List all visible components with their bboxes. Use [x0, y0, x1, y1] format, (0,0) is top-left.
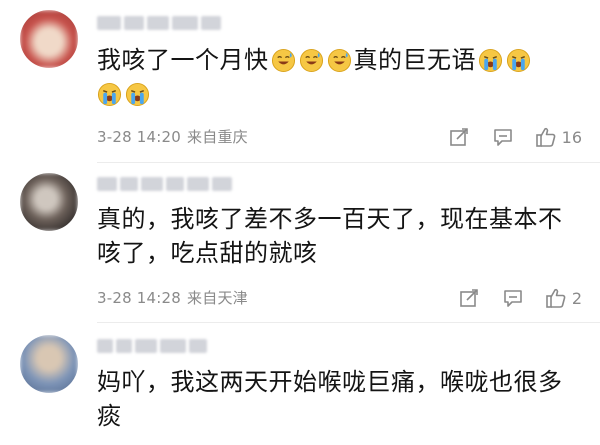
comment-icon	[504, 290, 522, 307]
username-blurred[interactable]	[97, 337, 207, 355]
like-button[interactable]: 2	[545, 287, 582, 309]
avatar[interactable]	[20, 173, 78, 231]
comment-meta: 3-28 14:28 来自天津	[97, 288, 248, 308]
comment-location: 来自天津	[187, 289, 248, 307]
avatar-image	[20, 335, 78, 393]
thumbs-up-icon	[546, 288, 566, 308]
comment-text: 我咳了一个月快 真的巨无语	[97, 43, 587, 111]
reply-button[interactable]	[493, 127, 513, 147]
avatar-image	[20, 10, 78, 68]
comment-actions: 2	[459, 285, 582, 311]
comment-text: 妈吖，我这两天开始喉咙巨痛，喉咙也很多痰	[97, 368, 563, 430]
avatar-image	[20, 173, 78, 231]
share-button[interactable]	[459, 288, 479, 308]
share-icon	[460, 289, 478, 307]
comment-date: 3-28 14:28	[97, 289, 182, 307]
share-button[interactable]	[449, 127, 469, 147]
sweat-smile-emoji-icon	[271, 48, 295, 73]
emoji-group	[271, 48, 352, 73]
sweat-smile-emoji-icon	[327, 48, 351, 73]
username-blurred[interactable]	[97, 175, 232, 193]
divider	[97, 162, 600, 163]
crying-emoji-icon	[506, 48, 531, 73]
thumbs-up-icon	[535, 127, 556, 147]
divider	[97, 322, 600, 323]
emoji-group	[478, 48, 531, 73]
like-count: 16	[561, 127, 582, 147]
crying-emoji-icon	[97, 82, 122, 107]
comment-item: 我咳了一个月快 真的巨无语 3-28 14:20 来自重庆 16	[0, 0, 600, 165]
avatar[interactable]	[20, 335, 78, 393]
crying-emoji-icon	[478, 48, 503, 73]
comment-list: 我咳了一个月快 真的巨无语 3-28 14:20 来自重庆 16 真的，我咳了差…	[0, 0, 600, 445]
comment-text: 真的，我咳了差不多一百天了，现在基本不咳了，吃点甜的就咳	[97, 205, 563, 267]
comment-icon	[493, 129, 512, 146]
comment-meta: 3-28 14:20 来自重庆	[97, 127, 248, 147]
sweat-smile-emoji-icon	[299, 48, 323, 73]
comment-actions: 16	[449, 124, 582, 150]
reply-button[interactable]	[503, 288, 523, 308]
comment-date: 3-28 14:20	[97, 128, 182, 146]
emoji-group	[97, 82, 150, 107]
username-blurred[interactable]	[97, 14, 221, 32]
like-button[interactable]: 16	[535, 126, 582, 148]
crying-emoji-icon	[125, 82, 150, 107]
share-icon	[449, 128, 468, 146]
comment-item: 妈吖，我这两天开始喉咙巨痛，喉咙也很多痰	[0, 325, 600, 445]
like-count: 2	[571, 288, 582, 308]
comment-text-part: 我咳了一个月快	[97, 46, 269, 74]
comment-item: 真的，我咳了差不多一百天了，现在基本不咳了，吃点甜的就咳 3-28 14:28 来…	[0, 165, 600, 325]
comment-text-part: 真的巨无语	[353, 46, 476, 74]
avatar[interactable]	[20, 10, 78, 68]
comment-location: 来自重庆	[187, 128, 248, 146]
